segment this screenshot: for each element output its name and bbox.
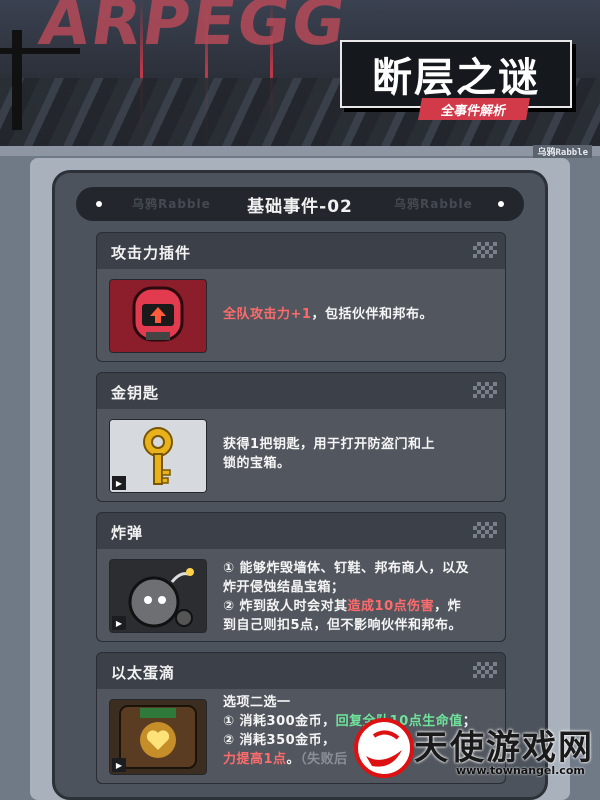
header-watermark-right: 乌鸦Rabble: [394, 197, 473, 211]
banner-background-word: ARPEGG: [34, 0, 352, 60]
bomb-thumbnail: ▶: [109, 559, 207, 633]
event-card-attack-plugin: 攻击力插件 全队攻击力+1，包括伙伴和邦布。: [96, 232, 506, 362]
divider-strip: 乌鸦Rabble: [0, 145, 600, 158]
description-text: ② 炸到敌人时会对其: [223, 599, 348, 614]
checker-decoration: [473, 242, 497, 258]
description-text: 造成10点伤害: [347, 599, 435, 614]
description-line: ① 能够炸毁墙体、钉鞋、邦布商人，以及: [223, 559, 469, 578]
page-subtitle: 全事件解析: [418, 98, 530, 120]
description-line: 选项二选一: [223, 693, 476, 712]
site-brand: 天使游戏网: [414, 728, 594, 768]
golden-key-thumbnail: ▶: [109, 419, 207, 493]
play-icon[interactable]: ▶: [112, 616, 126, 630]
card-description: 全队攻击力+1，包括伙伴和邦布。: [223, 305, 433, 324]
checker-decoration: [473, 522, 497, 538]
card-description: 获得1把钥匙，用于打开防盗门和上 锁的宝箱。: [223, 435, 435, 473]
card-body: 全队攻击力+1，包括伙伴和邦布。: [97, 269, 505, 361]
description-text: ，炸: [434, 599, 462, 614]
description-text: 全队攻击力+1: [223, 307, 312, 322]
description-text: 锁的宝箱。: [223, 456, 291, 471]
card-title: 攻击力插件: [111, 244, 192, 262]
checker-decoration: [473, 662, 497, 678]
site-url: www.townangel.com: [456, 764, 585, 777]
description-text: 力提高1点: [223, 752, 287, 767]
checker-decoration: [473, 382, 497, 398]
description-line: 到自己则扣5点，但不影响伙伴和邦布。: [223, 616, 469, 635]
play-icon[interactable]: ▶: [112, 476, 126, 490]
site-watermark: 天使游戏网 www.townangel.com: [352, 716, 594, 780]
description-line: 锁的宝箱。: [223, 454, 435, 473]
description-text: （失败后: [300, 752, 348, 767]
description-text: 选项二选一: [223, 695, 291, 710]
description-text: 。: [286, 752, 301, 767]
description-text: ① 消耗300金币，: [223, 714, 336, 729]
header-dot-right: [498, 201, 504, 207]
description-text: ② 消耗350金币，: [223, 733, 336, 748]
card-description: ① 能够炸毁墙体、钉鞋、邦布商人，以及 炸开侵蚀结晶宝箱； ② 炸到敌人时会对其造成…: [223, 559, 469, 635]
robot-helmet-icon: [110, 280, 206, 352]
description-line: ② 炸到敌人时会对其造成10点伤害，炸: [223, 597, 469, 616]
play-icon[interactable]: ▶: [112, 758, 126, 772]
description-line: 全队攻击力+1，包括伙伴和邦布。: [223, 305, 433, 324]
description-text: ① 能够炸毁墙体、钉鞋、邦布商人，以及: [223, 561, 470, 576]
description-text: ，包括伙伴和邦布。: [311, 307, 433, 322]
author-tag: 乌鸦Rabble: [533, 145, 592, 158]
card-body: ▶ ① 能够炸毁墙体、钉鞋、邦布商人，以及 炸开侵蚀结晶宝箱； ② 炸到敌人时会对其…: [97, 549, 505, 641]
banner: ARPEGG 断层之谜 全事件解析: [0, 0, 600, 148]
event-card-golden-key: 金钥匙 ▶ 获得1把钥匙，用于打开防盗门和上 锁的宝箱。: [96, 372, 506, 502]
utility-pole: [12, 30, 22, 130]
utility-pole-crossbar: [0, 48, 80, 54]
description-text: 到自己则扣5点，但不影响伙伴和邦布。: [223, 618, 463, 633]
card-body: ▶ 获得1把钥匙，用于打开防盗门和上 锁的宝箱。: [97, 409, 505, 501]
description-line: 炸开侵蚀结晶宝箱；: [223, 578, 469, 597]
section-header: 乌鸦Rabble 基础事件-02 乌鸦Rabble: [76, 187, 524, 221]
event-card-bomb: 炸弹 ▶ ① 能够炸毁墙体、钉鞋、邦布商人，以及 炸开侵蚀结晶宝箱； ② 炸到敌人时…: [96, 512, 506, 642]
page-title: 断层之谜: [372, 55, 540, 101]
site-logo-icon: [354, 718, 414, 778]
card-title: 炸弹: [111, 524, 144, 542]
card-title: 金钥匙: [111, 384, 160, 402]
description-line: 获得1把钥匙，用于打开防盗门和上: [223, 435, 435, 454]
description-text: 获得1把钥匙，用于打开防盗门和上: [223, 437, 436, 452]
card-title: 以太蛋滴: [111, 664, 176, 682]
ether-drop-thumbnail: ▶: [109, 699, 207, 775]
attack-plugin-thumbnail: [109, 279, 207, 353]
description-text: 炸开侵蚀结晶宝箱；: [223, 580, 345, 595]
